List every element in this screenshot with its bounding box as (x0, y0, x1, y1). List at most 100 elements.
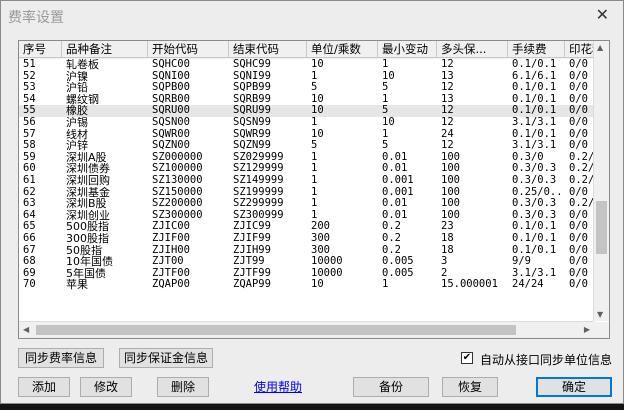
scroll-right-icon[interactable]: ▶ (584, 325, 590, 334)
cell-stamp-tax: 0/0 (569, 93, 588, 105)
table-row[interactable]: 64 深圳创业 SZ300000 SZ300999 1 0.01 100 0.3/0.3 0/0 (19, 210, 594, 222)
cell-start-code: SQSN00 (152, 116, 190, 128)
cell-start-code: SQHC00 (152, 59, 190, 70)
cell-long-margin: 100 (441, 174, 460, 186)
cell-start-code: SZ130000 (152, 174, 203, 186)
vertical-scrollbar[interactable]: ▲ ▼ (593, 41, 609, 321)
cell-fee: 0.3/0 (512, 151, 544, 163)
modify-button[interactable]: 修改 (80, 377, 132, 397)
cell-seq: 53 (23, 82, 36, 94)
cell-start-code: SQWR00 (152, 128, 190, 140)
sync-fee-button[interactable]: 同步费率信息 (18, 348, 104, 368)
cell-unit: 10 (311, 105, 324, 117)
cell-unit: 1 (311, 116, 318, 128)
table-row[interactable]: 66 300股指 ZJIF00 ZJIF99 300 0.2 18 0.1/0.1 0/0 (19, 233, 594, 245)
cell-seq: 69 (23, 267, 36, 279)
scroll-left-icon[interactable]: ◀ (23, 325, 29, 334)
cell-min-tick: 5 (382, 82, 389, 94)
cell-seq: 62 (23, 186, 36, 198)
cell-fee: 6.1/6.1 (512, 70, 557, 82)
cell-stamp-tax: 0/0 (569, 267, 588, 279)
cell-variety: 深圳B股 (66, 198, 107, 210)
scroll-down-icon[interactable]: ▼ (597, 310, 603, 319)
ok-button[interactable]: 确定 (536, 377, 612, 397)
cell-stamp-tax: 0/0 (569, 244, 588, 256)
header-col-start-code[interactable]: 开始代码 (148, 41, 229, 58)
cell-long-margin: 12 (441, 116, 454, 128)
cell-variety: 沪铅 (66, 82, 88, 94)
cell-stamp-tax: 0.2/0.2 (569, 163, 594, 175)
table-row[interactable]: 61 深圳回购 SZ130000 SZ149999 1 0.001 100 0.3/0.3 0.… (19, 175, 594, 187)
cell-variety: 深圳回购 (66, 174, 110, 187)
cell-min-tick: 0.005 (382, 267, 414, 279)
help-link[interactable]: 使用帮助 (254, 378, 302, 395)
table-row[interactable]: 57 线材 SQWR00 SQWR99 10 1 24 0.1/0.1 0/0 (19, 129, 594, 141)
cell-unit: 1 (311, 174, 318, 186)
checkbox-box[interactable]: ✔ (461, 352, 473, 364)
table-row[interactable]: 62 深圳基金 SZ150000 SZ199999 1 0.001 100 0.25/0...… (19, 187, 594, 199)
cell-start-code: ZJIF00 (152, 232, 190, 244)
table-row[interactable]: 58 沪锌 SQZN00 SQZN99 5 5 12 3.1/3.1 0/0 (19, 140, 594, 152)
cell-fee: 0.25/0... (512, 186, 565, 198)
cell-end-code: SQZN99 (233, 140, 271, 152)
backup-button[interactable]: 备份 (353, 377, 429, 397)
cell-unit: 1 (311, 163, 318, 175)
cell-start-code: ZQAP00 (152, 279, 190, 291)
header-col-variety[interactable]: 品种备注 (62, 41, 148, 58)
fee-list[interactable]: 序号 品种备注 开始代码 结束代码 单位/乘数 最小变动 多头保... 手续费 印花税 51 轧卷… (18, 40, 610, 339)
cell-min-tick: 0.005 (382, 256, 414, 268)
horizontal-scroll-thumb[interactable] (36, 325, 516, 335)
table-row[interactable]: 65 500股指 ZJIC00 ZJIC99 200 0.2 23 0.1/0.1 0/0 (19, 221, 594, 233)
cell-fee: 3.1/3.1 (512, 140, 557, 152)
table-row[interactable]: 67 50股指 ZJIH00 ZJIH99 300 0.2 18 0.1/0.1 0/0 (19, 245, 594, 257)
checkbox-label: 自动从接口同步单位信息 (480, 353, 613, 367)
cell-long-margin: 15.000001 (441, 279, 498, 291)
table-row[interactable]: 59 深圳A股 SZ000000 SZ029999 1 0.01 100 0.3/0 0.2/0 (19, 152, 594, 164)
table-row[interactable]: 56 沪锡 SQSN00 SQSN99 1 10 12 3.1/3.1 0/0 (19, 117, 594, 129)
header-col-long-margin[interactable]: 多头保... (437, 41, 508, 58)
cell-fee: 0.3/0.3 (512, 163, 557, 175)
horizontal-scrollbar[interactable]: ◀ ▶ (19, 321, 594, 338)
table-row[interactable]: 60 深圳债券 SZ100000 SZ129999 1 0.01 100 0.3/0.3 0.2… (19, 163, 594, 175)
cell-variety: 500股指 (66, 221, 109, 233)
table-row[interactable]: 52 沪镍 SQNI00 SQNI99 1 10 13 6.1/6.1 0/0 (19, 71, 594, 83)
table-row[interactable]: 63 深圳B股 SZ200000 SZ299999 1 0.01 100 0.3/0.3 0.2… (19, 198, 594, 210)
cell-variety: 深圳创业 (66, 209, 110, 222)
vertical-scroll-thumb[interactable] (596, 201, 607, 254)
cell-seq: 58 (23, 140, 36, 152)
cell-unit: 5 (311, 140, 318, 152)
delete-button[interactable]: 删除 (157, 377, 209, 397)
cell-min-tick: 0.2 (382, 221, 401, 233)
header-col-fee[interactable]: 手续费 (508, 41, 565, 58)
add-button[interactable]: 添加 (18, 377, 70, 397)
header-col-min-tick[interactable]: 最小变动 (378, 41, 437, 58)
sync-margin-button[interactable]: 同步保证金信息 (119, 348, 213, 368)
cell-long-margin: 100 (441, 209, 460, 221)
table-row[interactable]: 53 沪铅 SQPB00 SQPB99 5 5 12 0.1/0.1 0/0 (19, 82, 594, 94)
header-col-unit[interactable]: 单位/乘数 (307, 41, 378, 58)
scroll-up-icon[interactable]: ▲ (597, 43, 603, 52)
fee-settings-dialog: 费率设置 ✕ 序号 品种备注 开始代码 结束代码 单位/乘数 最小变动 多头保... 手续费印… (0, 0, 624, 404)
table-row[interactable]: 55 橡胶 SQRU00 SQRU99 10 5 12 0.1/0.1 0/0 (19, 105, 594, 117)
table-row[interactable]: 69 5年国债 ZJTF00 ZJTF99 10000 0.005 2 3.1/3.1 0/0 (19, 268, 594, 280)
table-row[interactable]: 68 10年国债 ZJT00 ZJT99 10000 0.005 3 9/9 0/0 (19, 256, 594, 268)
cell-variety: 深圳A股 (66, 151, 107, 164)
cell-unit: 5 (311, 82, 318, 94)
close-icon[interactable]: ✕ (596, 5, 609, 24)
restore-button[interactable]: 恢复 (442, 377, 498, 397)
table-row[interactable]: 70 苹果 ZQAP00 ZQAP99 10 1 15.000001 24/24 0/0 (19, 279, 594, 291)
cell-min-tick: 0.01 (382, 151, 408, 163)
cell-seq: 61 (23, 174, 36, 186)
cell-min-tick: 0.001 (382, 174, 414, 186)
header-col-seq[interactable]: 序号 (19, 41, 62, 58)
header-col-end-code[interactable]: 结束代码 (229, 41, 307, 58)
table-row[interactable]: 54 螺纹钢 SQRB00 SQRB99 10 1 13 0.1/0.1 0/0 (19, 94, 594, 106)
table-row[interactable]: 51 轧卷板 SQHC00 SQHC99 10 1 12 0.1/0.1 0/0 (19, 59, 594, 71)
cell-min-tick: 1 (382, 59, 389, 70)
cell-end-code: ZJT99 (233, 256, 265, 268)
cell-start-code: SQRU00 (152, 105, 190, 117)
cell-unit: 200 (311, 221, 330, 233)
cell-start-code: ZJIH00 (152, 244, 190, 256)
cell-fee: 0.3/0.3 (512, 174, 557, 186)
cell-long-margin: 100 (441, 163, 460, 175)
